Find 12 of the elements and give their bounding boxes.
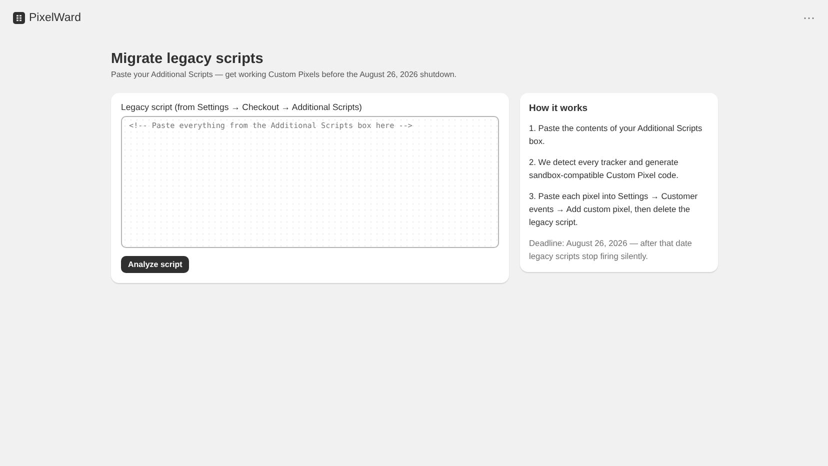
page-subtitle: Paste your Additional Scripts — get working Custom Pixels before the August 26, 2026 shutdown. [111, 70, 458, 79]
help-step: 3. Paste each pixel into Settings → Customer events → Add custom pixel, then delete the legacy script. [529, 190, 709, 229]
help-step: 1. Paste the contents of your Additional Scripts box. [529, 122, 709, 148]
field-label: Legacy script (from Settings → Checkout → Additional Scripts) [121, 102, 363, 112]
analyze-button[interactable]: Analyze script [121, 256, 190, 273]
help-title: How it works [529, 103, 589, 114]
page-title: Migrate legacy scripts [111, 51, 264, 67]
app-name: PixelWard [29, 12, 81, 24]
deadline-note: Deadline: August 26, 2026 — after that date legacy scripts stop firing silently. [529, 237, 693, 263]
help-step: 2. We detect every tracker and generate sandbox-compatible Custom Pixel code. [529, 156, 709, 182]
logo-icon [13, 12, 25, 24]
more-menu-button[interactable]: ⋯ [803, 11, 815, 25]
